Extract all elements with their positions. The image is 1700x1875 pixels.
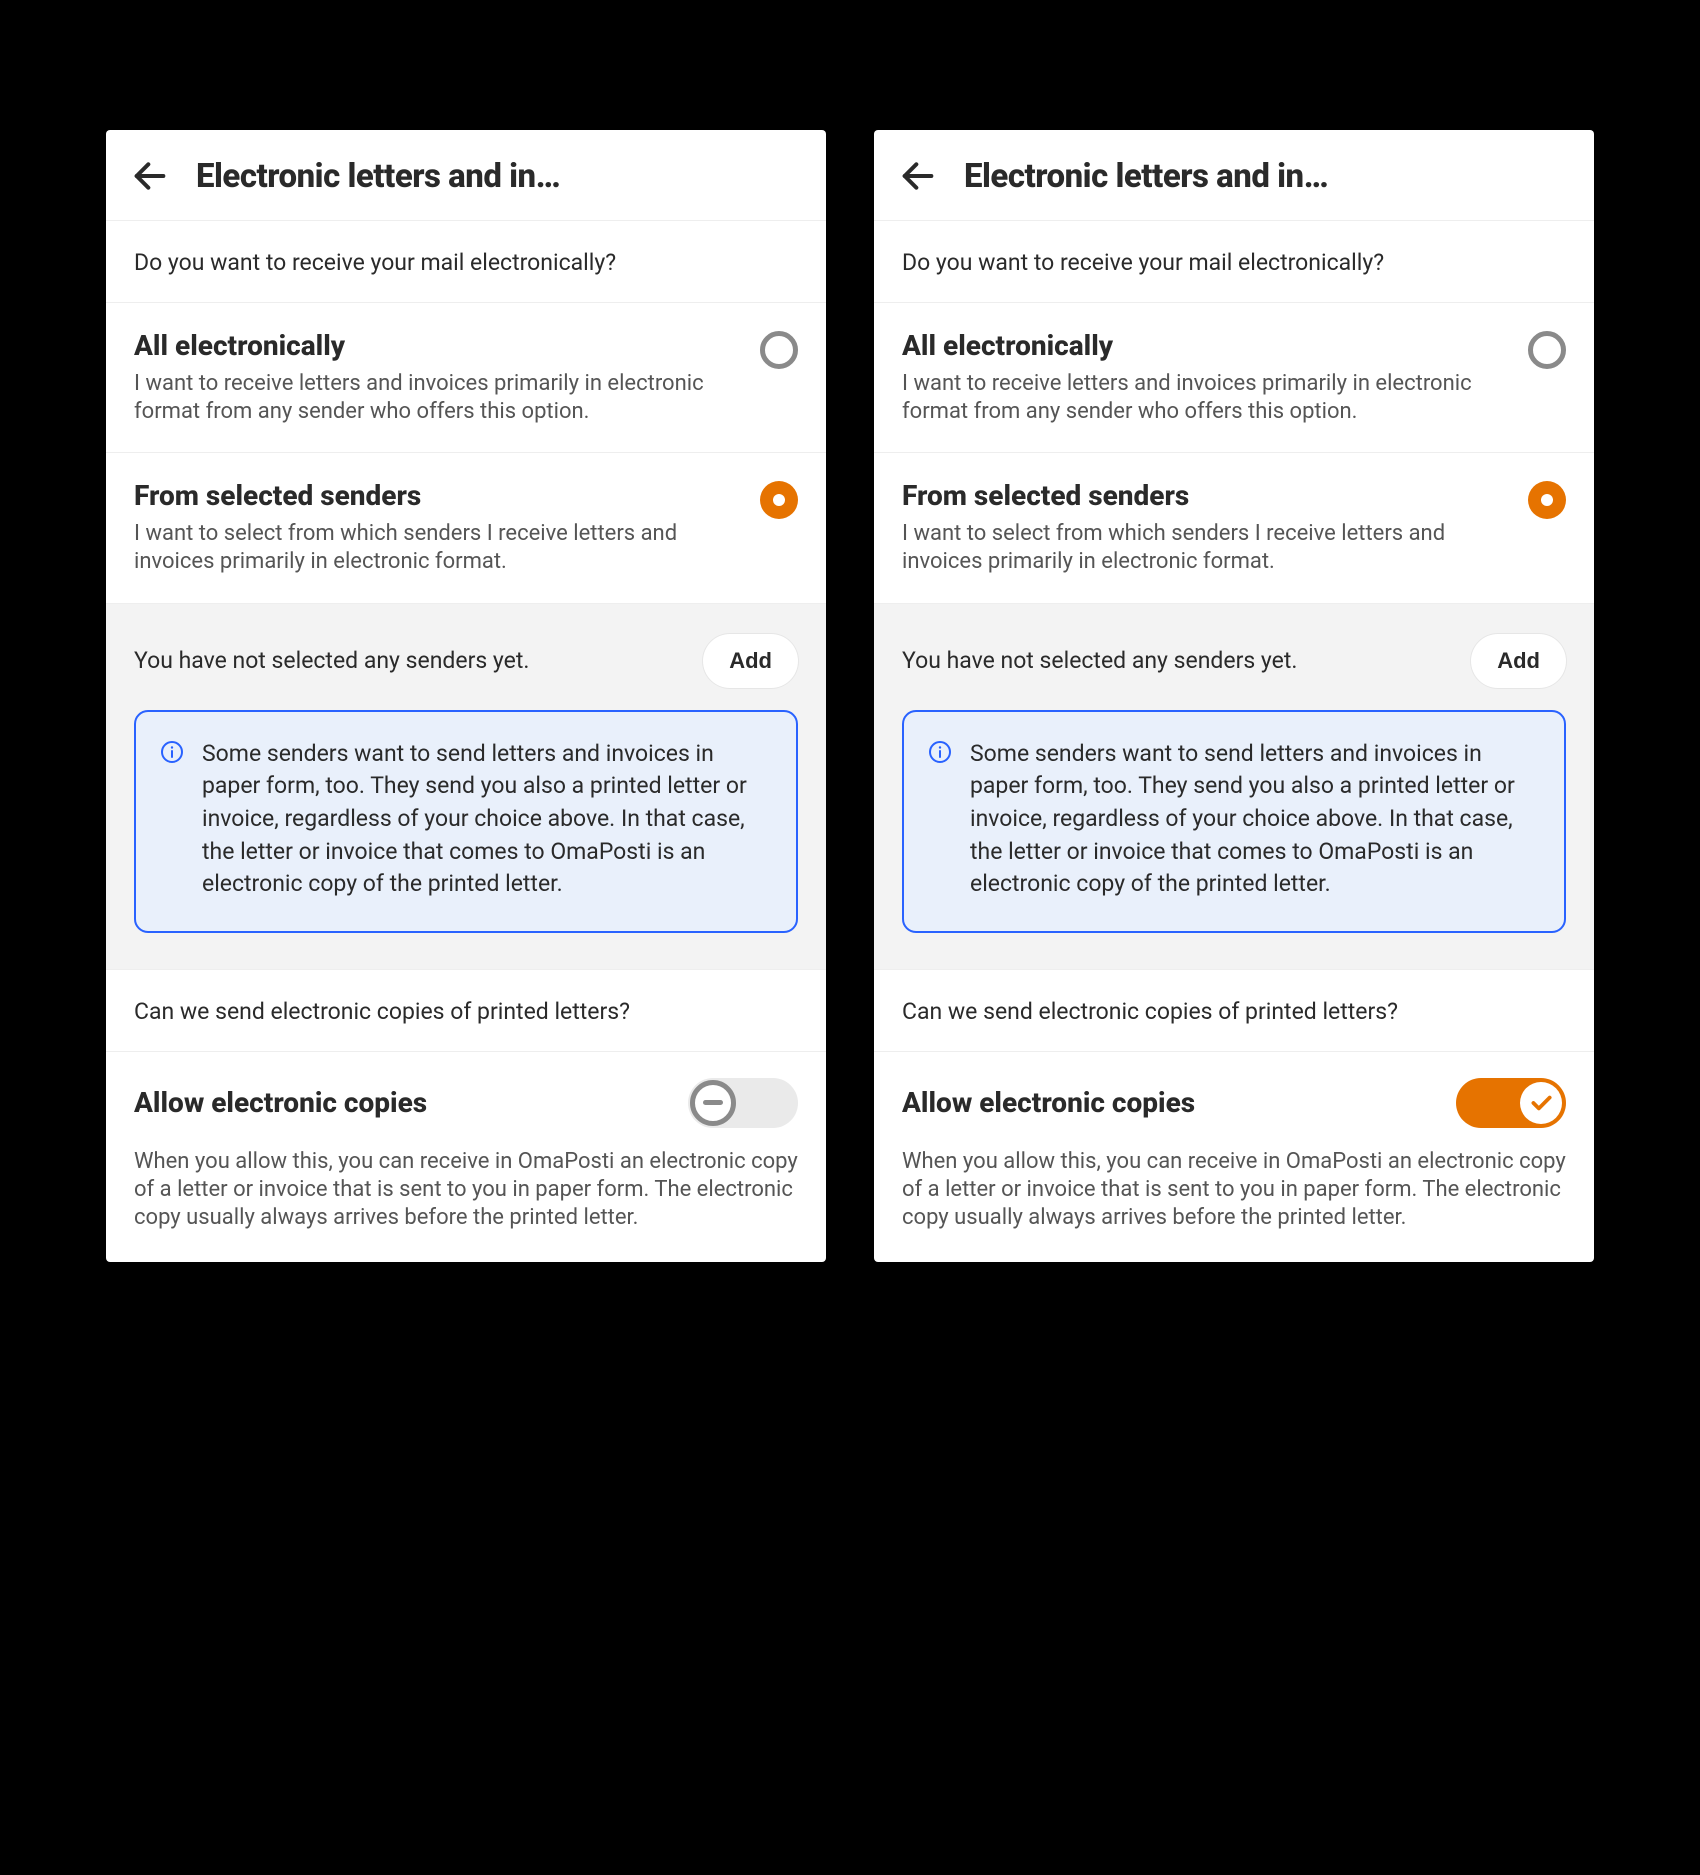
allow-copies-section: Allow electronic copies When you allow t… [106,1052,826,1262]
allow-copies-title: Allow electronic copies [134,1086,427,1119]
allow-copies-toggle[interactable] [688,1078,798,1128]
option-from-selected-senders[interactable]: From selected senders I want to select f… [874,453,1594,603]
allow-copies-desc: When you allow this, you can receive in … [134,1148,798,1232]
receive-mail-question: Do you want to receive your mail electro… [874,221,1594,303]
option-from-selected-senders[interactable]: From selected senders I want to select f… [106,453,826,603]
info-box: Some senders want to send letters and in… [134,710,798,933]
no-senders-text: You have not selected any senders yet. [134,647,529,674]
receive-mail-question: Do you want to receive your mail electro… [106,221,826,303]
option-title: From selected senders [902,479,1512,512]
option-desc: I want to select from which senders I re… [902,520,1512,576]
settings-screen-toggle-on: Electronic letters and in… Do you want t… [874,130,1594,1262]
option-desc: I want to receive letters and invoices p… [902,370,1512,426]
info-box: Some senders want to send letters and in… [902,710,1566,933]
info-text: Some senders want to send letters and in… [202,738,772,901]
electronic-copies-question: Can we send electronic copies of printed… [106,970,826,1052]
header: Electronic letters and in… [874,130,1594,221]
allow-copies-toggle[interactable] [1456,1078,1566,1128]
toggle-on-icon [1456,1078,1566,1128]
add-sender-button[interactable]: Add [1471,634,1566,688]
option-all-electronically[interactable]: All electronically I want to receive let… [874,303,1594,453]
header: Electronic letters and in… [106,130,826,221]
back-arrow-icon[interactable] [898,156,938,196]
option-all-electronically[interactable]: All electronically I want to receive let… [106,303,826,453]
no-senders-text: You have not selected any senders yet. [902,647,1297,674]
senders-panel: You have not selected any senders yet. A… [106,604,826,970]
add-sender-button[interactable]: Add [703,634,798,688]
radio-selected-icon[interactable] [760,481,798,519]
option-desc: I want to select from which senders I re… [134,520,744,576]
allow-copies-title: Allow electronic copies [902,1086,1195,1119]
option-title: All electronically [134,329,744,362]
electronic-copies-question: Can we send electronic copies of printed… [874,970,1594,1052]
back-arrow-icon[interactable] [130,156,170,196]
info-text: Some senders want to send letters and in… [970,738,1540,901]
senders-panel: You have not selected any senders yet. A… [874,604,1594,970]
option-title: All electronically [902,329,1512,362]
option-title: From selected senders [134,479,744,512]
info-icon [160,740,184,768]
settings-screen-toggle-off: Electronic letters and in… Do you want t… [106,130,826,1262]
allow-copies-section: Allow electronic copies When you allow t… [874,1052,1594,1262]
page-title: Electronic letters and in… [964,157,1328,196]
option-desc: I want to receive letters and invoices p… [134,370,744,426]
radio-icon[interactable] [760,331,798,369]
page-title: Electronic letters and in… [196,157,560,196]
radio-selected-icon[interactable] [1528,481,1566,519]
allow-copies-desc: When you allow this, you can receive in … [902,1148,1566,1232]
info-icon [928,740,952,768]
radio-icon[interactable] [1528,331,1566,369]
toggle-off-icon [688,1078,798,1128]
